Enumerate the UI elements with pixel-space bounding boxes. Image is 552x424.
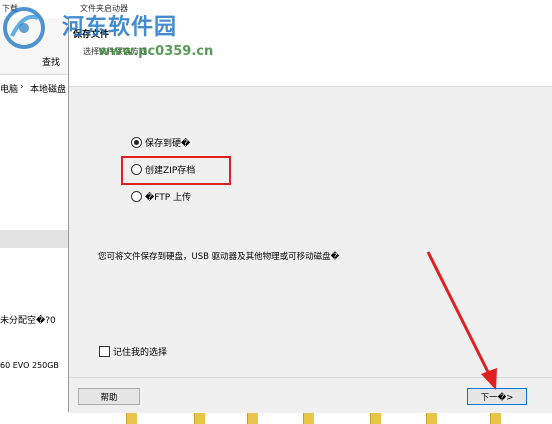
highlight-box [121,156,231,185]
watermark-url: www.pc0359.cn [98,44,214,59]
help-button[interactable]: 帮助 [78,388,140,405]
save-file-dialog: 保存文件 选择文件保存方式 保存到硬� 创建ZIP存档 �FTP 上传 您可将文… [68,18,552,413]
option-save-to-disk[interactable]: 保存到硬� [131,135,190,149]
folder-icon [426,412,437,424]
background-address-bar[interactable]: 电脑 › 本地磁盘 [0,74,70,102]
drive-model: 60 EVO 250GB [0,361,59,370]
background-content-pane: 未分配空�?0 60 EVO 250GB [0,101,70,424]
background-section-band [0,230,70,248]
watermark-logo-icon [3,7,45,49]
remember-label: 记住我的选择 [113,348,168,358]
folder-icon [247,412,258,424]
radio-icon[interactable] [131,136,142,148]
address-part-local-disk[interactable]: 本地磁盘 [30,82,66,95]
folder-icon [194,412,205,424]
ribbon-find-label[interactable]: 查找 [42,55,60,68]
remember-choice[interactable]: 记住我的选择 [99,345,167,358]
dialog-footer: 帮助 下一�> [69,377,552,413]
dialog-body: 保存到硬� 创建ZIP存档 �FTP 上传 您可将文件保存到硬盘，USB 驱动器… [69,87,552,377]
watermark-title: 河东软件园 [62,15,178,40]
folder-icon [490,412,501,424]
option-label: 保存到硬� [145,138,191,149]
option-label: �FTP 上传 [145,192,192,203]
folder-icon [126,412,137,424]
folder-icon [303,412,314,424]
drive-free-space: 未分配空�?0 [0,316,56,326]
option-ftp-upload[interactable]: �FTP 上传 [131,189,191,203]
next-button[interactable]: 下一�> [467,388,527,405]
radio-icon[interactable] [131,190,142,202]
checkbox-icon[interactable] [99,346,110,357]
description-text: 您可将文件保存到硬盘，USB 驱动器及其他物理或可移动磁盘� [98,252,340,262]
folder-icon [370,412,381,424]
address-separator: › [20,82,24,92]
address-part-computer[interactable]: 电脑 [0,82,18,95]
